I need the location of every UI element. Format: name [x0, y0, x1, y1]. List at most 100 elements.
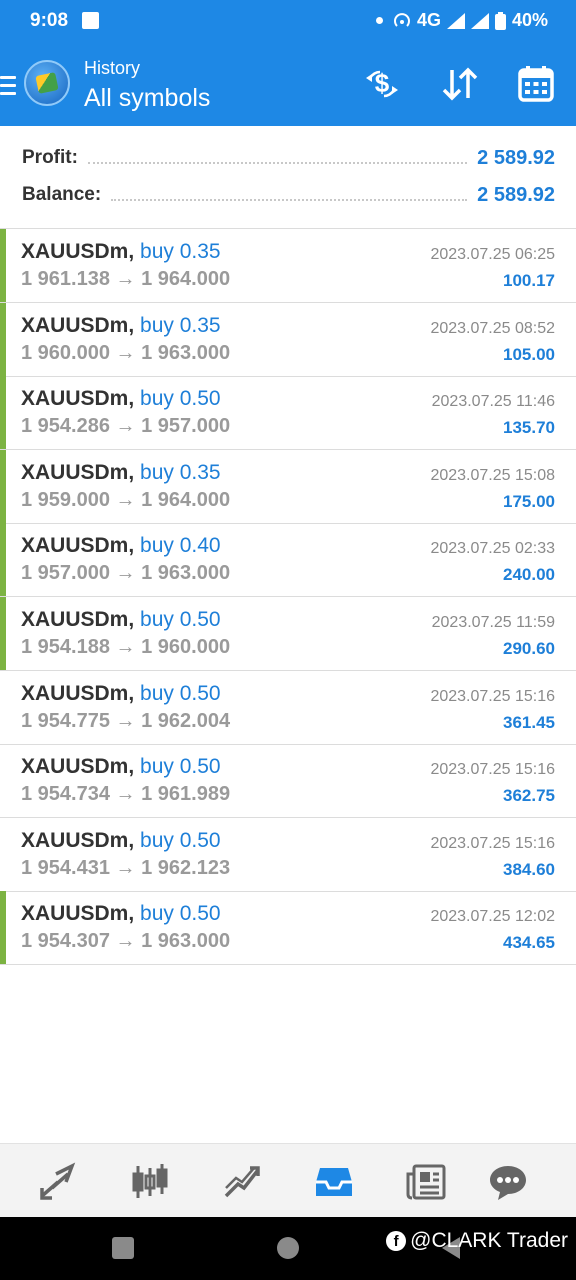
deal-time: 2023.07.25 15:16 [430, 761, 555, 778]
trade-icon[interactable] [38, 1162, 78, 1202]
recents-button[interactable] [112, 1237, 134, 1259]
deal-time: 2023.07.25 12:02 [430, 908, 555, 925]
balance-row: Balance: 2 589.92 [22, 182, 555, 208]
close-price: 1 964.000 [141, 268, 231, 290]
deal-symbol: XAUUSDm, buy 0.35 [21, 461, 221, 485]
status-time: 9:08 [30, 10, 69, 31]
deal-prices: 1 954.307 → 1 963.000 [21, 930, 230, 953]
deal-profit: 362.75 [503, 786, 555, 805]
deal-symbol: XAUUSDm, buy 0.50 [21, 387, 221, 411]
arrow-icon: → [115, 636, 136, 658]
deal-direction: buy 0.35 [140, 461, 221, 484]
deal-direction: buy 0.35 [140, 314, 221, 337]
deal-time: 2023.07.25 06:25 [430, 246, 555, 263]
deal-prices: 1 959.000 → 1 964.000 [21, 489, 230, 512]
sort-icon[interactable] [438, 64, 482, 104]
deal-row[interactable]: XAUUSDm, buy 0.50 1 954.188 → 1 960.000 20… [0, 597, 576, 671]
close-price: 1 962.004 [141, 710, 231, 732]
deal-row[interactable]: XAUUSDm, buy 0.40 1 957.000 → 1 963.000 20… [0, 523, 576, 597]
close-price: 1 963.000 [141, 342, 231, 364]
symbol-name: XAUUSDm, [21, 829, 135, 852]
open-price: 1 954.286 [21, 415, 110, 437]
profit-marker [0, 597, 6, 670]
deal-symbol: XAUUSDm, buy 0.50 [21, 682, 221, 706]
chat-icon[interactable] [488, 1162, 528, 1202]
deal-direction: buy 0.50 [140, 755, 221, 778]
history-summary: Profit: 2 589.92 Balance: 2 589.92 [0, 126, 576, 229]
profit-row: Profit: 2 589.92 [22, 145, 555, 171]
arrow-icon: → [115, 783, 136, 805]
deal-row[interactable]: XAUUSDm, buy 0.50 1 954.307 → 1 963.000 20… [0, 891, 576, 965]
arrow-icon: → [115, 268, 136, 290]
menu-icon[interactable] [0, 76, 16, 96]
system-navigation-bar: f @CLARK Trader [0, 1217, 576, 1280]
deal-profit: 361.45 [503, 713, 555, 732]
status-bar: 9:08 4G 40% [0, 0, 576, 42]
quotes-icon[interactable] [222, 1162, 262, 1202]
symbol-name: XAUUSDm, [21, 608, 135, 631]
arrow-icon: → [115, 930, 136, 952]
deal-row[interactable]: XAUUSDm, buy 0.50 1 954.775 → 1 962.004 20… [0, 671, 576, 745]
open-price: 1 954.431 [21, 857, 110, 879]
deposit-icon[interactable]: $ [360, 64, 404, 104]
bottom-navigation [0, 1143, 576, 1217]
symbol-name: XAUUSDm, [21, 387, 135, 410]
signal-icon [446, 12, 465, 29]
calendar-icon[interactable] [514, 64, 558, 104]
deal-time: 2023.07.25 11:59 [431, 614, 555, 631]
open-price: 1 954.188 [21, 636, 110, 658]
close-price: 1 963.000 [141, 930, 231, 952]
history-icon[interactable] [314, 1162, 354, 1202]
signal-icon [470, 12, 489, 29]
news-icon[interactable] [406, 1162, 446, 1202]
watermark: f @CLARK Trader [386, 1229, 568, 1253]
deal-row[interactable]: XAUUSDm, buy 0.50 1 954.286 → 1 957.000 20… [0, 376, 576, 450]
open-price: 1 954.734 [21, 783, 110, 805]
network-type: 4G [416, 10, 441, 30]
deal-symbol: XAUUSDm, buy 0.35 [21, 240, 221, 264]
open-price: 1 954.307 [21, 930, 110, 952]
arrow-icon: → [115, 857, 136, 879]
profit-marker [0, 523, 6, 596]
deal-row[interactable]: XAUUSDm, buy 0.50 1 954.431 → 1 962.123 20… [0, 818, 576, 892]
deal-symbol: XAUUSDm, buy 0.50 [21, 902, 221, 926]
deal-direction: buy 0.50 [140, 682, 221, 705]
deal-row[interactable]: XAUUSDm, buy 0.50 1 954.734 → 1 961.989 20… [0, 744, 576, 818]
open-price: 1 954.775 [21, 710, 110, 732]
dotted-leader [87, 152, 468, 164]
deal-prices: 1 954.775 → 1 962.004 [21, 710, 230, 733]
symbol-name: XAUUSDm, [21, 461, 135, 484]
deal-profit: 100.17 [503, 271, 555, 290]
deal-profit: 384.60 [503, 860, 555, 879]
dotted-leader [111, 189, 468, 201]
battery-icon [494, 11, 506, 30]
deal-time: 2023.07.25 08:52 [430, 320, 555, 337]
deal-row[interactable]: XAUUSDm, buy 0.35 1 960.000 → 1 963.000 20… [0, 303, 576, 377]
hotspot-icon [394, 12, 410, 27]
deal-symbol: XAUUSDm, buy 0.50 [21, 608, 221, 632]
chart-icon[interactable] [130, 1162, 170, 1202]
deal-direction: buy 0.35 [140, 240, 221, 263]
deal-row[interactable]: XAUUSDm, buy 0.35 1 959.000 → 1 964.000 20… [0, 450, 576, 524]
deal-symbol: XAUUSDm, buy 0.50 [21, 829, 221, 853]
deal-row[interactable]: XAUUSDm, buy 0.35 1 961.138 → 1 964.000 20… [0, 229, 576, 303]
deal-prices: 1 954.286 → 1 957.000 [21, 415, 230, 438]
header-title[interactable]: All symbols [84, 84, 210, 113]
deal-prices: 1 954.188 → 1 960.000 [21, 636, 230, 659]
app-logo [24, 60, 70, 106]
deal-profit: 135.70 [503, 418, 555, 437]
symbol-name: XAUUSDm, [21, 682, 135, 705]
deal-direction: buy 0.50 [140, 902, 221, 925]
symbol-name: XAUUSDm, [21, 902, 135, 925]
profit-marker [0, 450, 6, 523]
profit-marker [0, 229, 6, 302]
deal-time: 2023.07.25 15:08 [430, 467, 555, 484]
profit-value: 2 589.92 [477, 146, 555, 169]
deal-profit: 290.60 [503, 639, 555, 658]
symbol-name: XAUUSDm, [21, 314, 135, 337]
deal-direction: buy 0.40 [140, 534, 221, 557]
open-price: 1 960.000 [21, 342, 110, 364]
deal-prices: 1 954.734 → 1 961.989 [21, 783, 230, 806]
watermark-text: @CLARK Trader [410, 1229, 568, 1252]
home-button[interactable] [277, 1237, 299, 1259]
